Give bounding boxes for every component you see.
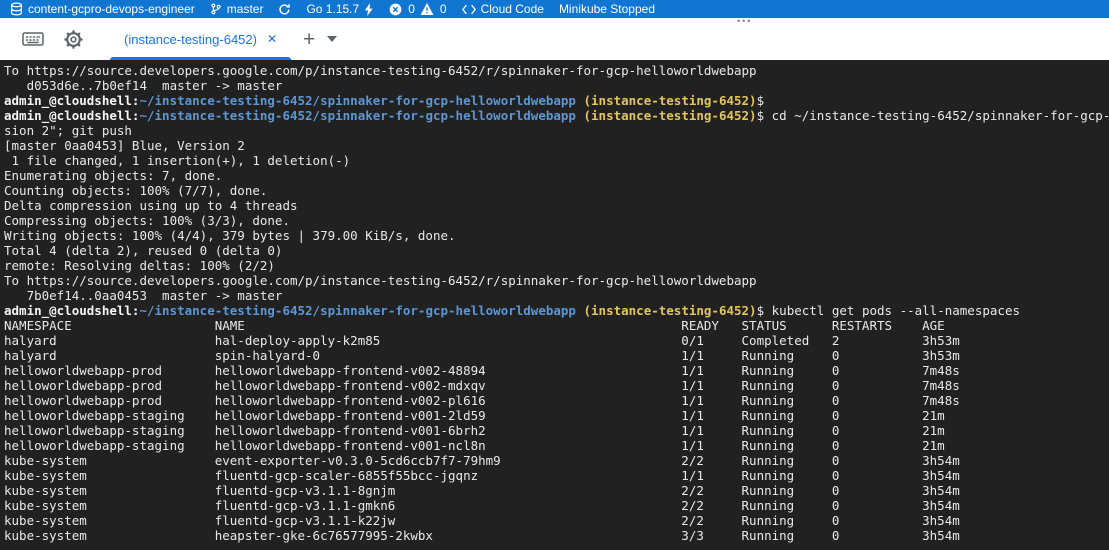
- terminal-output-line: Counting objects: 100% (7/7), done.: [4, 183, 1109, 198]
- terminal-output-line: Compressing objects: 100% (3/3), done.: [4, 213, 1109, 228]
- pods-table-row: helloworldwebapp-prod helloworldwebapp-f…: [4, 363, 1109, 378]
- terminal-output-line: Enumerating objects: 7, done.: [4, 168, 1109, 183]
- project-name: content-gcpro-devops-engineer: [28, 2, 195, 16]
- terminal-output-line: remote: Resolving deltas: 100% (2/2): [4, 258, 1109, 273]
- terminal-prompt-line: admin_@cloudshell:~/instance-testing-645…: [4, 108, 1109, 123]
- tab-options-button[interactable]: [327, 36, 337, 42]
- pods-table-row: kube-system fluentd-gcp-v3.1.1-8gnjm 2/2…: [4, 483, 1109, 498]
- project-indicator[interactable]: content-gcpro-devops-engineer: [10, 0, 195, 18]
- terminal-output-line: [master 0aa0453] Blue, Version 2: [4, 138, 1109, 153]
- terminal-output-line: Delta compression using up to 4 threads: [4, 198, 1109, 213]
- terminal-prompt-line: admin_@cloudshell:~/instance-testing-645…: [4, 303, 1109, 318]
- tab-close-icon[interactable]: ✕: [267, 32, 277, 46]
- go-version-indicator[interactable]: Go 1.15.7: [306, 0, 374, 18]
- error-icon: [389, 3, 402, 16]
- pods-table-row: helloworldwebapp-staging helloworldwebap…: [4, 408, 1109, 423]
- terminal-output-line: Writing objects: 100% (4/4), 379 bytes |…: [4, 228, 1109, 243]
- pods-table-row: halyard spin-halyard-0 1/1 Running 0 3h5…: [4, 348, 1109, 363]
- add-tab-button[interactable]: +: [303, 29, 315, 50]
- git-branch-indicator[interactable]: master: [210, 0, 264, 18]
- keyboard-icon: [22, 30, 44, 48]
- terminal-output-line: Total 4 (delta 2), reused 0 (delta 0): [4, 243, 1109, 258]
- sync-icon: [278, 3, 291, 16]
- branch-icon: [210, 2, 222, 16]
- pods-table-row: kube-system event-exporter-v0.3.0-5cd6cc…: [4, 453, 1109, 468]
- terminal-output-line: 7b0ef14..0aa0453 master -> master: [4, 288, 1109, 303]
- pods-table-row: helloworldwebapp-staging helloworldwebap…: [4, 438, 1109, 453]
- terminal-output-line: To https://source.developers.google.com/…: [4, 273, 1109, 288]
- sync-button[interactable]: [278, 0, 291, 18]
- error-count: 0: [408, 2, 415, 16]
- pods-table-row: kube-system fluentd-gcp-scaler-6855f55bc…: [4, 468, 1109, 483]
- terminal-tab-label: (instance-testing-6452): [124, 32, 257, 47]
- terminal-output-line: d053d6e..7b0ef14 master -> master: [4, 78, 1109, 93]
- tab-bar: ••• (instance-testing-6452) ✕ +: [0, 18, 1109, 60]
- terminal-output-line: 1 file changed, 1 insertion(+), 1 deleti…: [4, 153, 1109, 168]
- pods-table-row: helloworldwebapp-staging helloworldwebap…: [4, 423, 1109, 438]
- terminal-output-line: To https://source.developers.google.com/…: [4, 63, 1109, 78]
- terminal-prompt-line: admin_@cloudshell:~/instance-testing-645…: [4, 93, 1109, 108]
- terminal[interactable]: To https://source.developers.google.com/…: [0, 60, 1109, 550]
- minikube-status: Minikube Stopped: [559, 2, 655, 16]
- branch-name: master: [227, 2, 264, 16]
- pods-table-row: kube-system heapster-gke-6c76577995-2kwb…: [4, 528, 1109, 543]
- status-bar: content-gcpro-devops-engineer master Go …: [0, 0, 1109, 18]
- gear-icon: [63, 29, 84, 50]
- go-version: Go 1.15.7: [306, 2, 359, 16]
- cloud-code-indicator[interactable]: Cloud Code: [462, 0, 544, 18]
- pods-table-row: helloworldwebapp-prod helloworldwebapp-f…: [4, 393, 1109, 408]
- pods-table-row: kube-system fluentd-gcp-v3.1.1-gmkn6 2/2…: [4, 498, 1109, 513]
- terminal-keyboard-button[interactable]: [20, 26, 46, 52]
- pods-table-row: halyard hal-deploy-apply-k2m85 0/1 Compl…: [4, 333, 1109, 348]
- minikube-status-indicator[interactable]: Minikube Stopped: [559, 0, 655, 18]
- chevron-down-icon: [327, 36, 337, 42]
- terminal-settings-button[interactable]: [60, 26, 86, 52]
- panel-drag-handle[interactable]: •••: [737, 16, 752, 26]
- problems-indicator[interactable]: 0 0: [389, 0, 446, 18]
- pods-table-row: kube-system fluentd-gcp-v3.1.1-k22jw 2/2…: [4, 513, 1109, 528]
- terminal-output-line: sion 2"; git push: [4, 123, 1109, 138]
- pods-table-header: NAMESPACE NAME READY STATUS RESTARTS AGE: [4, 318, 1109, 333]
- lightning-icon: [364, 3, 374, 16]
- pods-table-row: helloworldwebapp-prod helloworldwebapp-f…: [4, 378, 1109, 393]
- database-icon: [10, 2, 23, 16]
- code-brackets-icon: [462, 4, 476, 15]
- cloud-code-label: Cloud Code: [481, 2, 544, 16]
- terminal-tab[interactable]: (instance-testing-6452) ✕: [110, 18, 291, 60]
- warning-count: 0: [440, 2, 447, 16]
- warning-icon: [420, 3, 434, 15]
